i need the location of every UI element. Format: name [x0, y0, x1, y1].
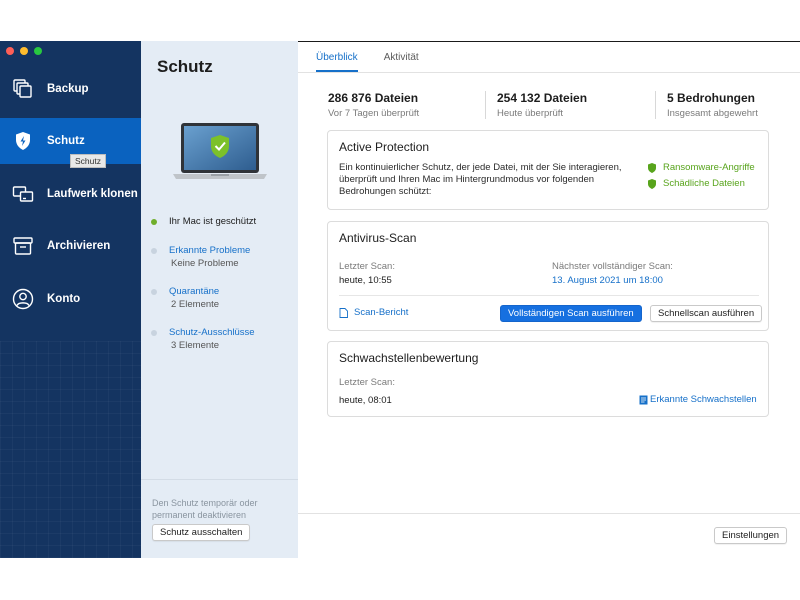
- status-quarantine[interactable]: Quarantäne 2 Elemente: [151, 286, 219, 311]
- stat-label: Heute überprüft: [497, 108, 564, 119]
- threat-item: Schädliche Dateien: [648, 178, 745, 189]
- shield-icon: [648, 178, 656, 189]
- stat-label: Insgesamt abgewehrt: [667, 108, 758, 119]
- threat-label: Schädliche Dateien: [663, 178, 745, 189]
- sidebar-item-archivieren[interactable]: Archivieren: [0, 223, 141, 269]
- shield-lightning-icon: [12, 130, 34, 152]
- sidebar-item-label: Archivieren: [47, 240, 111, 252]
- active-protection-card: Active Protection Ein kontinuierlicher S…: [327, 130, 769, 210]
- stat-value: 286 876 Dateien: [328, 91, 419, 105]
- main-content: Überblick Aktivität 286 876 Dateien Vor …: [298, 41, 800, 558]
- tabs-divider: [298, 72, 800, 73]
- status-protected: Ihr Mac ist geschützt: [151, 216, 256, 228]
- protection-panel: Schutz Ihr Mac ist geschützt Erkannte Pr…: [141, 41, 298, 558]
- status-exclusions[interactable]: Schutz-Ausschlüsse 3 Elemente: [151, 327, 255, 352]
- protection-footer: Den Schutz temporär oder permanent deakt…: [141, 479, 298, 558]
- disable-hint: Den Schutz temporär oder permanent deakt…: [152, 498, 258, 520]
- vulnerability-card: Schwachstellenbewertung Letzter Scan: he…: [327, 341, 769, 417]
- card-title: Schwachstellenbewertung: [339, 351, 479, 365]
- threat-label: Ransomware-Angriffe: [663, 162, 755, 173]
- card-title: Antivirus-Scan: [339, 231, 417, 245]
- sidebar: Backup Schutz Schutz Laufwerk klonen Arc…: [0, 41, 141, 558]
- card-divider: [339, 295, 759, 296]
- tab-overview[interactable]: Überblick: [316, 52, 358, 72]
- tab-bar: Überblick Aktivität: [316, 52, 419, 72]
- status-ok-dot: [151, 219, 157, 225]
- stat-value: 254 132 Dateien: [497, 91, 588, 105]
- next-scan-value[interactable]: 13. August 2021 um 18:00: [552, 275, 663, 286]
- close-window-button[interactable]: [6, 47, 14, 55]
- status-label: Ihr Mac ist geschützt: [169, 216, 257, 227]
- stat-threats: 5 Bedrohungen Insgesamt abgewehrt: [667, 91, 758, 119]
- antivirus-card: Antivirus-Scan Letzter Scan: heute, 10:5…: [327, 221, 769, 331]
- threat-item: Ransomware-Angriffe: [648, 162, 755, 173]
- app-window: Backup Schutz Schutz Laufwerk klonen Arc…: [0, 41, 800, 558]
- card-description: Ein kontinuierlicher Schutz, der jede Da…: [339, 162, 622, 197]
- settings-button[interactable]: Einstellungen: [714, 527, 788, 544]
- window-controls: [6, 47, 42, 55]
- status-sub: 3 Elemente: [171, 340, 220, 351]
- vulnerabilities-link[interactable]: Erkannte Schwachstellen: [639, 394, 757, 405]
- backup-icon: [12, 78, 34, 100]
- stat-scanned-today: 254 132 Dateien Heute überprüft: [497, 91, 587, 119]
- sidebar-item-backup[interactable]: Backup: [0, 66, 141, 112]
- tooltip: Schutz: [70, 154, 106, 168]
- status-detected-problems[interactable]: Erkannte Probleme Keine Probleme: [151, 245, 250, 270]
- status-sub: 2 Elemente: [171, 299, 220, 310]
- tab-activity[interactable]: Aktivität: [384, 52, 419, 72]
- sidebar-item-label: Laufwerk klonen: [47, 188, 138, 200]
- status-link[interactable]: Quarantäne: [169, 286, 219, 298]
- page-title: Schutz: [157, 57, 213, 76]
- sidebar-item-label: Backup: [47, 83, 89, 95]
- last-scan-label: Letzter Scan:: [339, 377, 395, 388]
- last-scan-value: heute, 08:01: [339, 395, 392, 406]
- stat-divider: [655, 91, 656, 119]
- document-icon: [339, 307, 348, 318]
- status-dot: [151, 248, 157, 254]
- status-link[interactable]: Schutz-Ausschlüsse: [169, 327, 255, 339]
- stat-scanned-week: 286 876 Dateien Vor 7 Tagen überprüft: [328, 91, 419, 119]
- laptop-shield-icon: [173, 123, 267, 179]
- stat-divider: [485, 91, 486, 119]
- stat-label: Vor 7 Tagen überprüft: [328, 108, 420, 119]
- sidebar-item-laufwerk-klonen[interactable]: Laufwerk klonen: [0, 171, 141, 217]
- minimize-window-button[interactable]: [20, 47, 28, 55]
- card-title: Active Protection: [339, 140, 430, 154]
- scan-report-label: Scan-Bericht: [354, 307, 409, 318]
- status-dot: [151, 330, 157, 336]
- sidebar-item-konto[interactable]: Konto: [0, 276, 141, 322]
- status-link[interactable]: Erkannte Probleme: [169, 245, 250, 257]
- disable-protection-button[interactable]: Schutz ausschalten: [152, 524, 251, 541]
- last-scan-value: heute, 10:55: [339, 275, 392, 286]
- report-icon: [639, 395, 648, 404]
- archive-icon: [12, 235, 34, 257]
- sidebar-pattern: [0, 341, 141, 558]
- status-dot: [151, 289, 157, 295]
- sidebar-item-label: Schutz: [47, 135, 85, 147]
- stats-row: 286 876 Dateien Vor 7 Tagen überprüft 25…: [328, 91, 770, 121]
- clone-drive-icon: [12, 183, 34, 205]
- scan-report-link[interactable]: Scan-Bericht: [339, 307, 408, 318]
- shield-icon: [648, 162, 656, 173]
- vulnerabilities-label: Erkannte Schwachstellen: [650, 394, 757, 405]
- last-scan-label: Letzter Scan:: [339, 261, 395, 272]
- sidebar-item-label: Konto: [47, 293, 81, 305]
- footer-divider: [298, 513, 800, 514]
- full-scan-button[interactable]: Vollständigen Scan ausführen: [500, 305, 642, 322]
- account-icon: [12, 288, 34, 310]
- status-sub: Keine Probleme: [171, 258, 239, 269]
- quick-scan-button[interactable]: Schnellscan ausführen: [650, 305, 763, 322]
- window-edge: [298, 41, 800, 42]
- zoom-window-button[interactable]: [34, 47, 42, 55]
- next-scan-label: Nächster vollständiger Scan:: [552, 261, 673, 272]
- stat-value: 5 Bedrohungen: [667, 91, 756, 105]
